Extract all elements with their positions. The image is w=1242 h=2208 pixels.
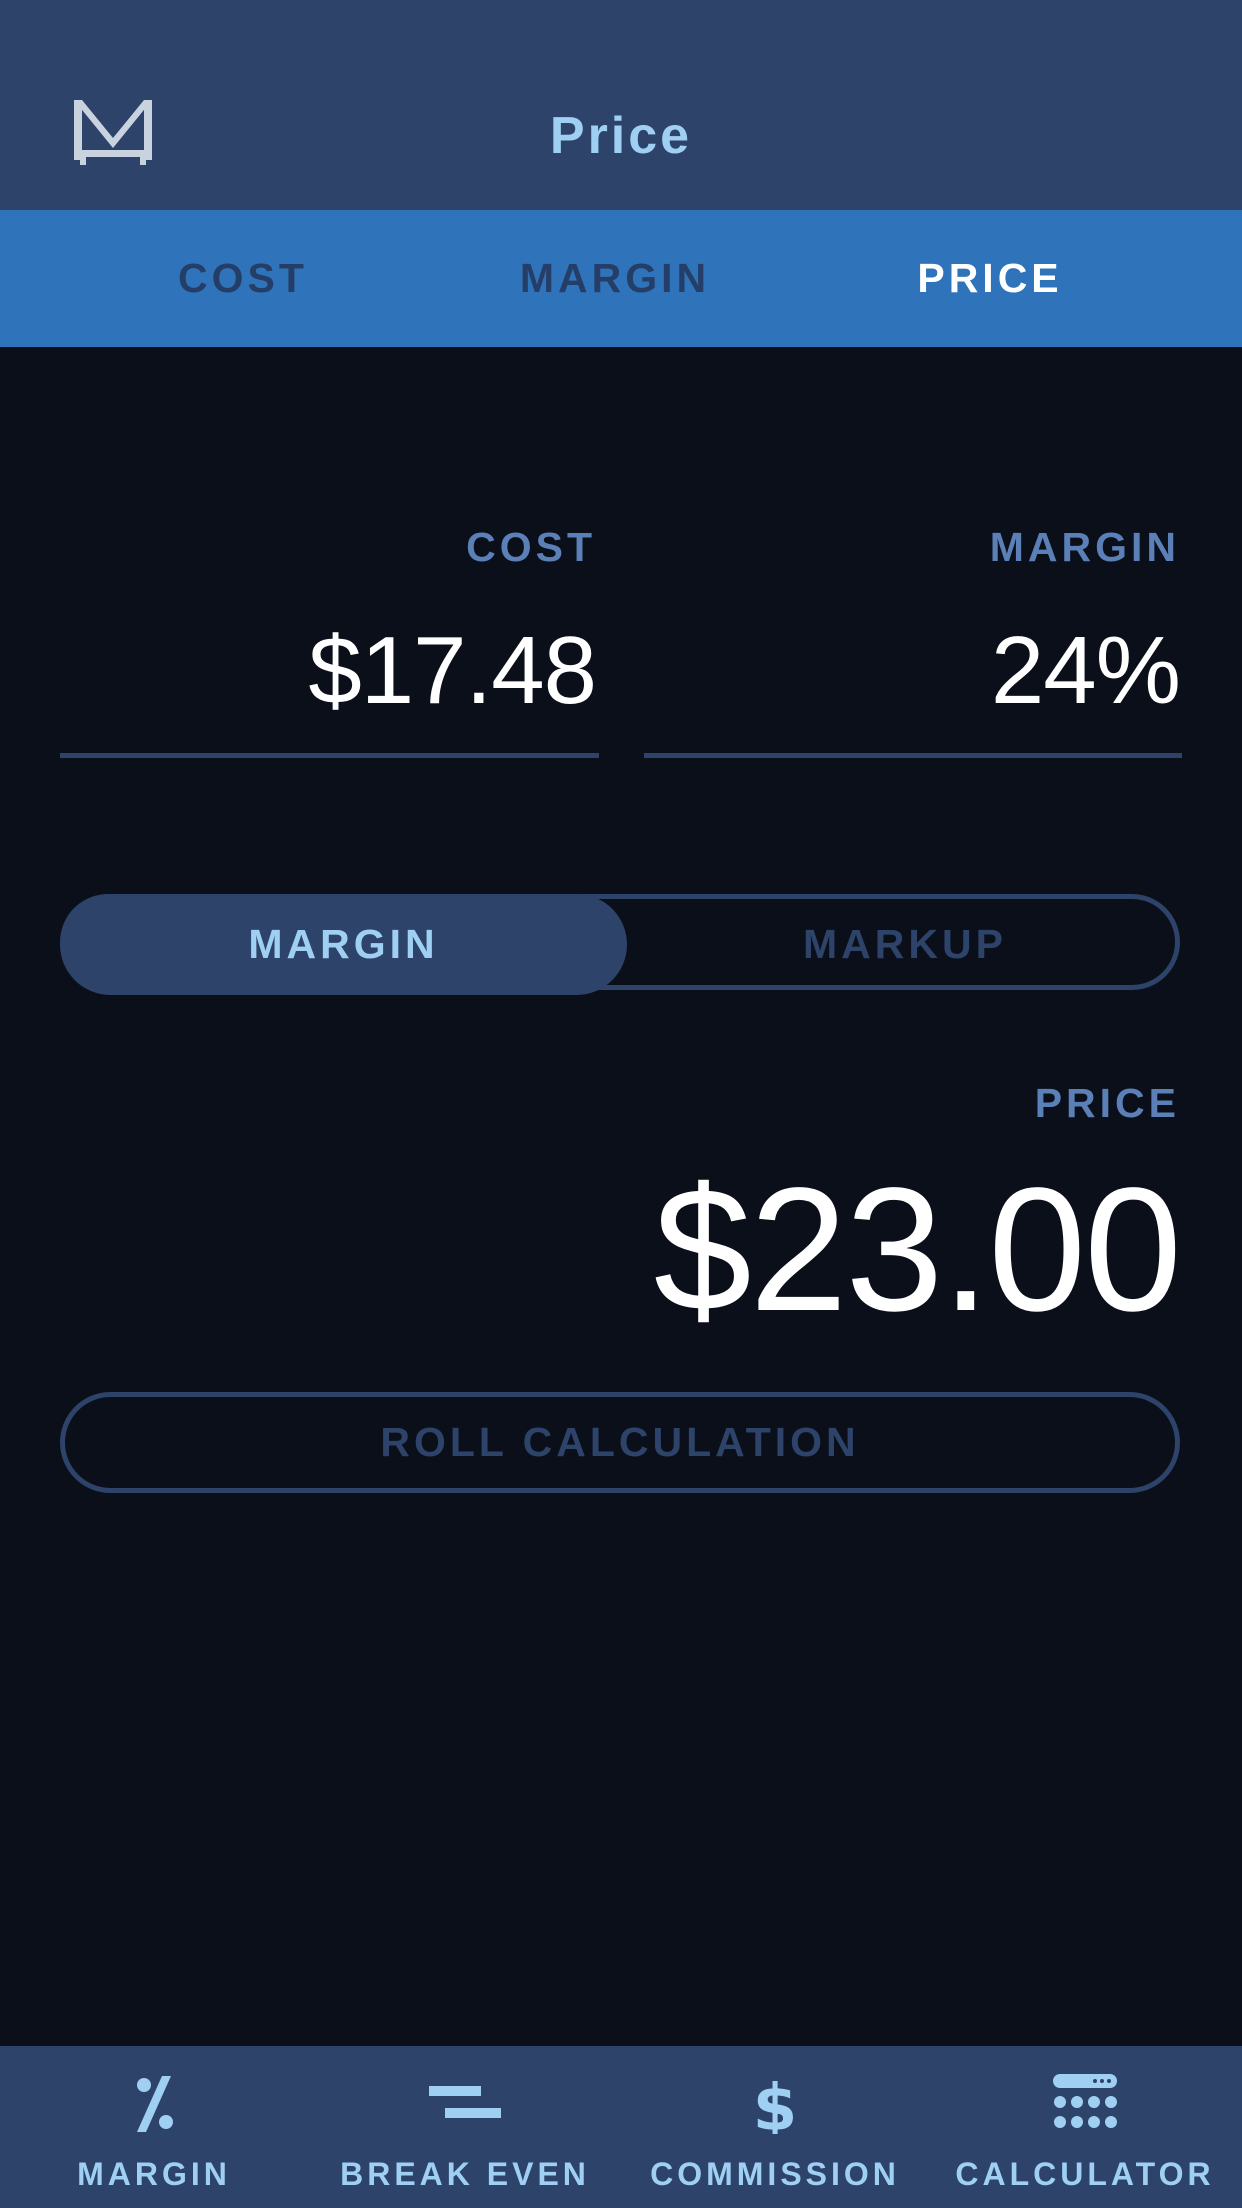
bottom-nav: MARGIN BREAK EVEN $ COMMISSION CALCULATO…	[0, 2046, 1242, 2208]
nav-item-calculator[interactable]: CALCULATOR	[955, 2046, 1215, 2208]
margin-input[interactable]: 24%	[645, 616, 1181, 726]
tab-margin[interactable]: MARGIN	[500, 210, 730, 347]
app-header: Price	[0, 0, 1242, 210]
percent-icon	[137, 2076, 173, 2132]
cost-label: COST	[466, 524, 596, 570]
cost-underline	[60, 753, 599, 758]
tab-price[interactable]: PRICE	[880, 210, 1100, 347]
roll-calculation-button[interactable]: ROLL CALCULATION	[60, 1392, 1180, 1493]
tab-cost[interactable]: COST	[143, 210, 343, 347]
price-label: PRICE	[1034, 1080, 1180, 1126]
calculator-icon	[1053, 2074, 1117, 2128]
nav-label-commission: COMMISSION	[650, 2156, 900, 2192]
nav-label-margin: MARGIN	[77, 2156, 231, 2192]
margin-underline	[644, 753, 1182, 758]
nav-item-break-even[interactable]: BREAK EVEN	[330, 2046, 600, 2208]
nav-item-commission[interactable]: $ COMMISSION	[650, 2046, 900, 2208]
dollar-icon: $	[753, 2074, 798, 2134]
margin-label: MARGIN	[989, 524, 1180, 570]
nav-label-calculator: CALCULATOR	[955, 2156, 1215, 2192]
cost-input[interactable]: $17.48	[60, 616, 597, 726]
break-even-icon	[429, 2086, 501, 2118]
nav-label-break-even: BREAK EVEN	[340, 2156, 590, 2192]
toggle-margin-option[interactable]: MARGIN	[60, 894, 627, 995]
price-value: $23.00	[653, 1152, 1182, 1348]
svg-text:$: $	[753, 2074, 798, 2134]
nav-item-margin[interactable]: MARGIN	[30, 2046, 278, 2208]
page-title: Price	[549, 107, 693, 165]
toggle-markup-option[interactable]: MARKUP	[625, 894, 1185, 995]
margin-markup-toggle: MARGIN MARKUP	[60, 894, 1180, 995]
tab-bar: COST MARGIN PRICE	[0, 210, 1242, 347]
